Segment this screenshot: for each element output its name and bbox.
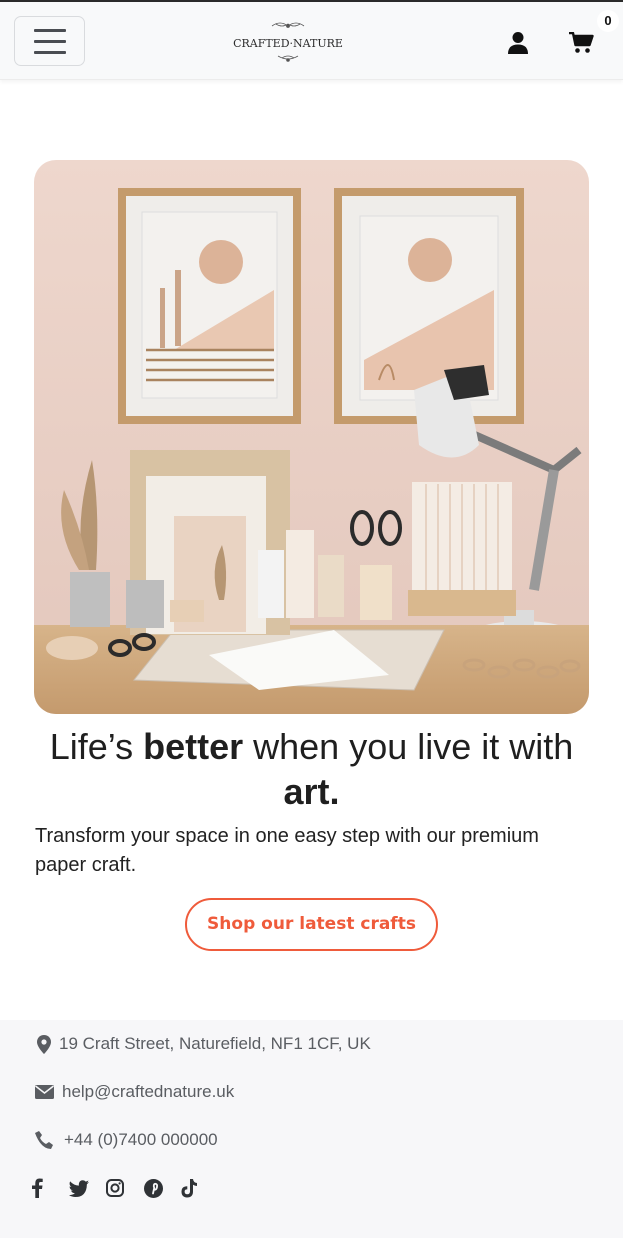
instagram-icon[interactable] (106, 1177, 144, 1199)
pinterest-icon[interactable] (143, 1177, 182, 1199)
email-link[interactable]: help@craftednature.uk (62, 1082, 234, 1102)
hero-subtext: Transform your space in one easy step wi… (35, 825, 539, 876)
shop-latest-crafts-button[interactable]: Shop our latest crafts (185, 898, 438, 951)
hero-headline: Life’s better when you live it with art. (20, 724, 603, 814)
headline-bold-text: art (283, 771, 330, 812)
phone-icon (34, 1130, 54, 1150)
hero-image (34, 160, 589, 714)
map-marker-icon (34, 1034, 54, 1054)
menu-icon-bar (33, 50, 66, 54)
menu-toggle-button[interactable] (14, 16, 85, 66)
menu-icon-bar (33, 28, 66, 32)
headline-bold-text: better (143, 726, 244, 767)
footer-email[interactable]: help@craftednature.uk (34, 1080, 234, 1104)
headline-text: Life’s (49, 726, 144, 767)
brand-logo[interactable]: CRAFTED·NATURE (232, 18, 344, 66)
social-links (31, 1177, 219, 1199)
tiktok-icon[interactable] (181, 1177, 219, 1199)
footer-phone[interactable]: +44 (0)7400 000000 (34, 1128, 218, 1152)
twitter-icon[interactable] (68, 1177, 107, 1199)
navbar: CRAFTED·NATURE 0 (0, 2, 623, 80)
headline-text: . (329, 771, 340, 812)
footer-address: 19 Craft Street, Naturefield, NF1 1CF, U… (34, 1032, 371, 1056)
facebook-icon[interactable] (31, 1177, 69, 1199)
envelope-icon (34, 1082, 54, 1102)
cart-icon[interactable] (569, 32, 594, 54)
address-text: 19 Craft Street, Naturefield, NF1 1CF, U… (59, 1034, 371, 1053)
menu-icon-bar (33, 39, 66, 43)
phone-link[interactable]: +44 (0)7400 000000 (64, 1130, 218, 1150)
headline-text: when you live it with (243, 726, 574, 767)
user-icon[interactable] (507, 31, 529, 55)
cart-count-badge: 0 (597, 10, 619, 32)
brand-name: CRAFTED·NATURE (233, 37, 343, 50)
